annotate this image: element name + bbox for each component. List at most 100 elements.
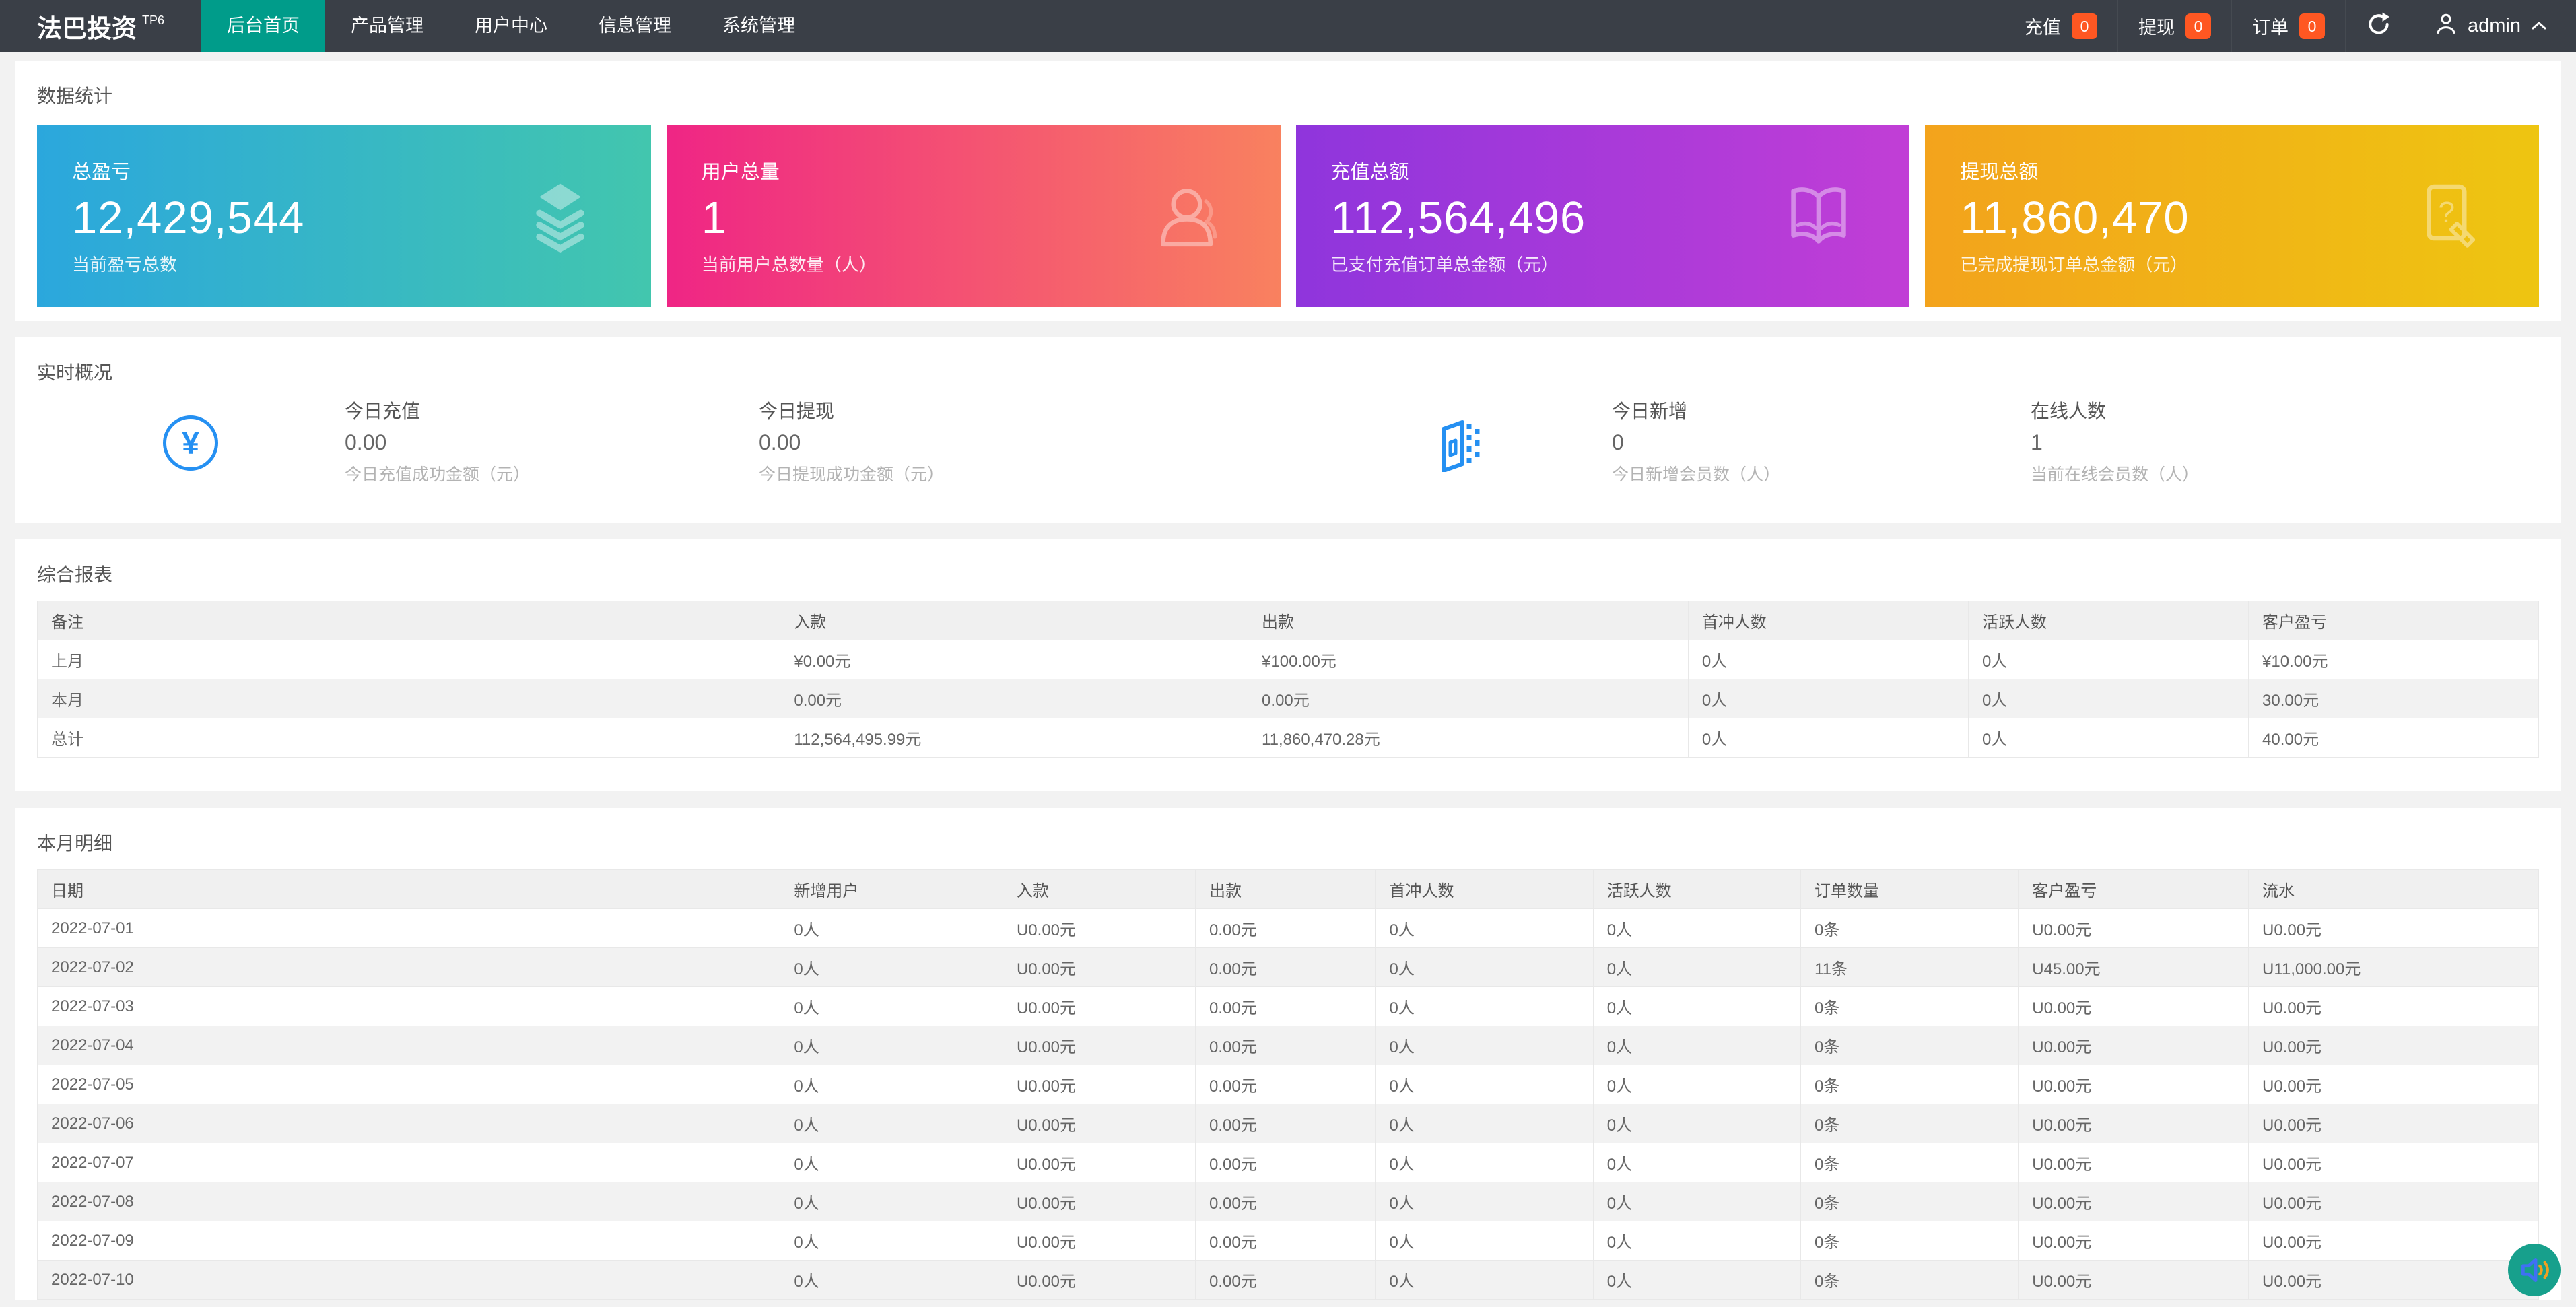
table-cell: U0.00元	[2019, 1182, 2249, 1221]
table-cell: 0.00元	[1196, 1026, 1376, 1065]
column-header: 订单数量	[1801, 870, 2019, 909]
table-cell: U0.00元	[2249, 1143, 2539, 1182]
table-cell: 112,564,495.99元	[780, 718, 1248, 758]
speaker-icon	[2517, 1252, 2552, 1287]
table-cell: ¥10.00元	[2249, 640, 2539, 679]
username: admin	[2468, 15, 2521, 37]
table-cell: 2022-07-03	[38, 987, 780, 1026]
nav-withdraw-button[interactable]: 提现 0	[2117, 0, 2231, 52]
table-cell: 2022-07-08	[38, 1182, 780, 1221]
table-cell: U11,000.00元	[2249, 948, 2539, 987]
nav-tab-system[interactable]: 系统管理	[697, 0, 821, 52]
table-cell: 0人	[1376, 909, 1593, 948]
sound-toggle-button[interactable]	[2508, 1244, 2561, 1296]
table-cell: 0人	[1376, 987, 1593, 1026]
table-cell: 0人	[1593, 1221, 1800, 1261]
navbar-right: 充值 0 提现 0 订单 0 a	[2004, 0, 2576, 52]
table-cell: U0.00元	[2019, 1026, 2249, 1065]
nav-tab-products[interactable]: 产品管理	[325, 0, 449, 52]
table-cell: 0人	[780, 948, 1003, 987]
table-cell: 0人	[780, 1261, 1003, 1300]
table-cell: 0条	[1801, 1261, 2019, 1300]
table-cell: U0.00元	[1003, 1026, 1195, 1065]
realtime-stat-desc: 今日新增会员数（人）	[1612, 467, 2031, 483]
table-row: 2022-07-020人U0.00元0.00元0人0人11条U45.00元U11…	[38, 948, 2539, 987]
svg-text:?: ?	[2439, 196, 2455, 229]
table-cell: 0.00元	[1196, 1143, 1376, 1182]
nav-orders-button[interactable]: 订单 0	[2231, 0, 2345, 52]
table-cell: 11,860,470.28元	[1248, 718, 1689, 758]
column-header: 活跃人数	[1968, 601, 2248, 640]
column-header: 入款	[1003, 870, 1195, 909]
table-row: 2022-07-040人U0.00元0.00元0人0人0条U0.00元U0.00…	[38, 1026, 2539, 1065]
nav-recharge-button[interactable]: 充值 0	[2004, 0, 2117, 52]
realtime-panel-title: 实时概况	[37, 363, 2539, 383]
table-cell: 0人	[1593, 948, 1800, 987]
stat-card-total-recharge: 充值总额 112,564,496 已支付充值订单总金额（元）	[1296, 125, 1910, 307]
table-cell: 0.00元	[1196, 1261, 1376, 1300]
app-logo-version: TP6	[142, 13, 164, 28]
table-row: 2022-07-100人U0.00元0.00元0人0人0条U0.00元U0.00…	[38, 1261, 2539, 1300]
column-header: 客户盈亏	[2019, 870, 2249, 909]
table-cell: U0.00元	[2019, 987, 2249, 1026]
chevron-up-icon	[2530, 15, 2548, 37]
table-cell: 0人	[780, 1221, 1003, 1261]
table-cell: 0人	[1376, 948, 1593, 987]
table-cell: 0条	[1801, 1221, 2019, 1261]
table-row: 2022-07-070人U0.00元0.00元0人0人0条U0.00元U0.00…	[38, 1143, 2539, 1182]
nav-orders-label: 订单	[2252, 13, 2289, 39]
app-logo: 法巴投资 TP6	[0, 0, 201, 52]
recharge-count-badge: 0	[2072, 13, 2097, 39]
page-content: 数据统计 总盈亏 12,429,544 当前盈亏总数 用户总量 1	[0, 52, 2576, 1300]
realtime-panel: 实时概况 ¥ 今日充值 0.00 今日充值成功金额（元） 今日提现 0.00 今…	[15, 337, 2561, 523]
layers-icon	[523, 179, 597, 253]
table-cell: U0.00元	[1003, 1065, 1195, 1104]
user-icon	[2434, 11, 2458, 41]
table-cell: U0.00元	[1003, 909, 1195, 948]
stats-panel: 数据统计 总盈亏 12,429,544 当前盈亏总数 用户总量 1	[15, 61, 2561, 321]
table-cell: 0人	[1688, 640, 1968, 679]
table-cell: 2022-07-01	[38, 909, 780, 948]
column-header: 活跃人数	[1593, 870, 1800, 909]
table-row: 2022-07-090人U0.00元0.00元0人0人0条U0.00元U0.00…	[38, 1221, 2539, 1261]
table-cell: U0.00元	[1003, 1221, 1195, 1261]
table-cell: 40.00元	[2249, 718, 2539, 758]
stat-card-total-users: 用户总量 1 当前用户总数量（人）	[667, 125, 1281, 307]
table-cell: 11条	[1801, 948, 2019, 987]
report-panel-title: 综合报表	[37, 565, 2539, 585]
nav-tab-home[interactable]: 后台首页	[201, 0, 325, 52]
table-cell: 0条	[1801, 1182, 2019, 1221]
realtime-stat-desc: 当前在线会员数（人）	[2031, 467, 2199, 483]
user-menu[interactable]: admin	[2412, 0, 2576, 52]
table-cell: U0.00元	[2249, 1261, 2539, 1300]
nav-recharge-label: 充值	[2025, 13, 2061, 39]
table-cell: U0.00元	[2019, 1261, 2249, 1300]
table-cell: 0人	[780, 987, 1003, 1026]
nav-tab-info[interactable]: 信息管理	[573, 0, 697, 52]
table-cell: 0人	[1968, 679, 2248, 718]
realtime-stat-value: 0	[1612, 432, 2031, 453]
table-cell: 0人	[780, 1143, 1003, 1182]
table-cell: 上月	[38, 640, 780, 679]
table-cell: 0.00元	[1196, 1104, 1376, 1143]
stat-card-total-withdraw: 提现总额 11,860,470 已完成提现订单总金额（元） ?	[1925, 125, 2539, 307]
table-cell: U0.00元	[2249, 987, 2539, 1026]
stat-card-total-pnl: 总盈亏 12,429,544 当前盈亏总数	[37, 125, 651, 307]
column-header: 新增用户	[780, 870, 1003, 909]
table-cell: U0.00元	[1003, 1104, 1195, 1143]
table-cell: 0人	[1688, 679, 1968, 718]
column-header: 首冲人数	[1376, 870, 1593, 909]
table-cell: 0.00元	[1196, 1065, 1376, 1104]
stat-card-desc: 当前盈亏总数	[72, 251, 616, 276]
table-cell: 0.00元	[1196, 1221, 1376, 1261]
column-header: 入款	[780, 601, 1248, 640]
refresh-button[interactable]	[2345, 0, 2412, 52]
realtime-stat-label: 今日新增	[1612, 402, 2031, 421]
table-cell: 0人	[1593, 1065, 1800, 1104]
table-cell: 0人	[1688, 718, 1968, 758]
nav-tab-users[interactable]: 用户中心	[449, 0, 573, 52]
building-icon	[1435, 414, 1487, 472]
main-menu: 后台首页 产品管理 用户中心 信息管理 系统管理	[201, 0, 821, 52]
column-header: 出款	[1248, 601, 1689, 640]
table-cell: 0.00元	[780, 679, 1248, 718]
